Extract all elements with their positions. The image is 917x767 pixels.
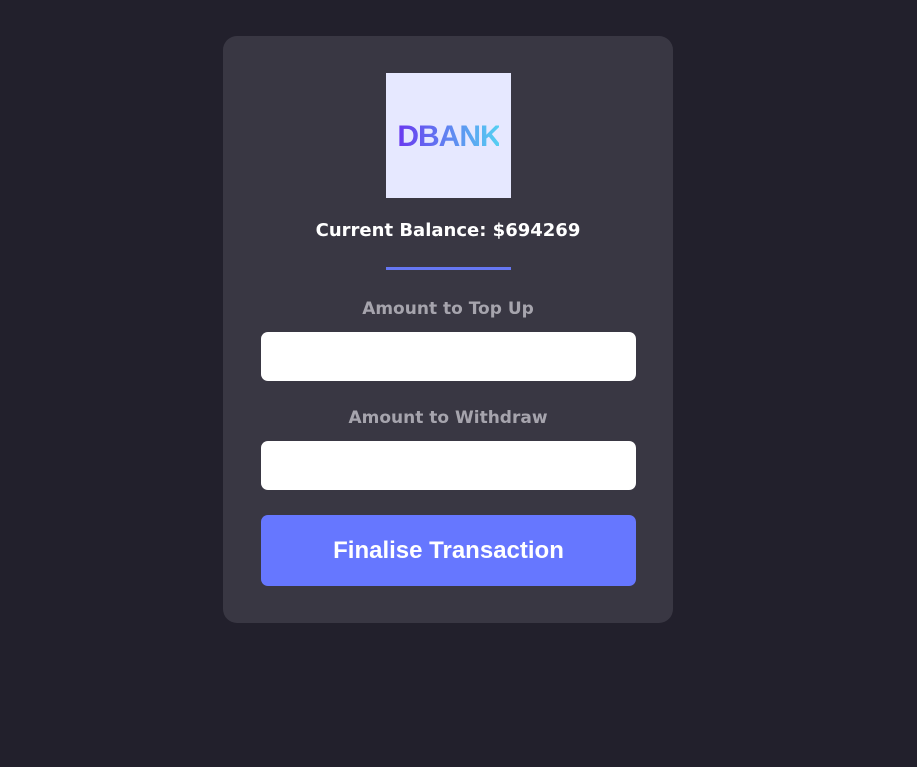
divider — [386, 267, 511, 270]
topup-amount-input[interactable] — [261, 332, 636, 381]
withdraw-amount-input[interactable] — [261, 441, 636, 490]
withdraw-label: Amount to Withdraw — [348, 408, 548, 428]
logo-text: DBANK — [399, 120, 499, 153]
dbank-logo-image: DBANK — [399, 120, 499, 153]
current-balance: Current Balance: $694269 — [315, 220, 581, 241]
finalise-transaction-button[interactable]: Finalise Transaction — [261, 515, 636, 586]
transaction-card: DBANK Current Balance: $694269 Amount to… — [223, 36, 673, 623]
topup-label: Amount to Top Up — [362, 299, 534, 319]
dbank-logo: DBANK — [386, 73, 511, 198]
